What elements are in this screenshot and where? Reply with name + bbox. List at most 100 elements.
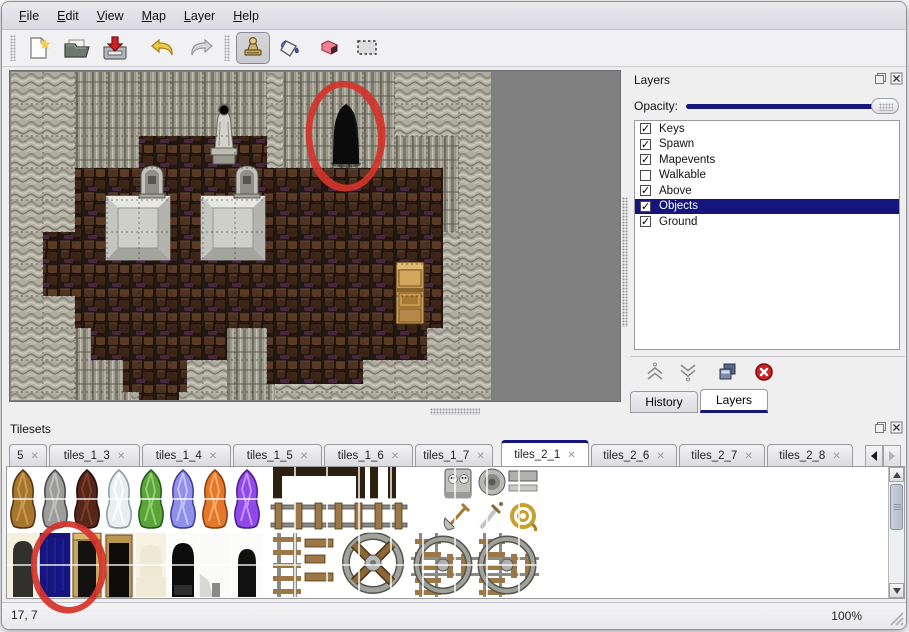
map-canvas[interactable]	[10, 71, 492, 401]
stone-block	[201, 196, 265, 260]
tileset-tab-tiles_1_3[interactable]: tiles_1_3✕	[49, 444, 140, 467]
open-map-button[interactable]	[60, 32, 94, 64]
toolbar-drag-grip[interactable]	[10, 35, 16, 61]
tileset-tab-5[interactable]: 5✕	[9, 444, 47, 467]
close-tab-icon[interactable]: ✕	[300, 451, 308, 462]
statusbar: 17, 7 100%	[2, 602, 906, 630]
tab-layers[interactable]: Layers	[700, 389, 768, 413]
layers-panel-title: Layers	[630, 73, 670, 87]
stamp-tool-button[interactable]	[236, 32, 270, 64]
layer-visibility-checkbox[interactable]	[640, 170, 651, 181]
tileset-tab-tiles_1_7[interactable]: tiles_1_7 ✕	[415, 444, 493, 467]
close-tab-icon[interactable]: ✕	[656, 451, 664, 462]
window-resize-grip[interactable]	[888, 610, 904, 629]
menu-layer[interactable]: Layer	[175, 6, 224, 26]
zoom-level: 100%	[831, 609, 862, 623]
float-panel-icon[interactable]	[874, 421, 887, 434]
menu-help[interactable]: Help	[224, 6, 268, 26]
layer-row-spawn[interactable]: Spawn	[635, 137, 899, 153]
delete-layer-icon	[753, 361, 775, 383]
tileset-scrollbar[interactable]	[888, 467, 904, 598]
stamp-tool-icon	[241, 36, 265, 60]
pot-top-tile[interactable]	[479, 469, 505, 495]
scrollbar-thumb[interactable]	[890, 484, 903, 530]
scroll-tabs-right-button[interactable]	[883, 445, 901, 467]
close-panel-icon[interactable]	[890, 72, 903, 85]
close-tab-icon[interactable]: ✕	[391, 451, 399, 462]
tileset-tab-tiles_2_1[interactable]: tiles_2_1✕	[501, 440, 589, 467]
layer-row-keys[interactable]: Keys	[635, 121, 899, 137]
scroll-up-button[interactable]	[889, 467, 904, 482]
layer-visibility-checkbox[interactable]	[640, 216, 651, 227]
tilesets-panel: Tilesets 5✕ tiles_1_3✕ tiles_1_4✕ tiles_…	[6, 419, 905, 600]
scroll-tabs-left-button[interactable]	[865, 445, 883, 467]
fill-tool-button[interactable]	[274, 32, 308, 64]
scroll-down-button[interactable]	[889, 583, 904, 598]
close-tab-icon[interactable]: ✕	[117, 451, 125, 462]
menu-edit[interactable]: Edit	[48, 6, 88, 26]
tab-history[interactable]: History	[630, 391, 698, 413]
close-tab-icon[interactable]: ✕	[567, 450, 575, 461]
tileset-tab-tiles_1_5[interactable]: tiles_1_5 ✕	[233, 444, 322, 467]
tileset-tab-tiles_1_6[interactable]: tiles_1_6 ✕	[324, 444, 413, 467]
move-layer-up-button[interactable]	[644, 361, 666, 383]
metal-plank-tile[interactable]	[509, 471, 537, 491]
tileset-tab-tiles_2_6[interactable]: tiles_2_6✕	[591, 444, 677, 467]
close-tab-icon[interactable]: ✕	[476, 451, 484, 462]
new-file-icon	[26, 35, 52, 61]
map-viewport[interactable]	[9, 70, 621, 402]
layer-label: Objects	[659, 200, 698, 212]
close-tab-icon[interactable]: ✕	[744, 451, 752, 462]
rect-select-tool-button[interactable]	[350, 32, 384, 64]
menu-view[interactable]: View	[88, 6, 133, 26]
save-icon	[101, 35, 129, 61]
tileset-tab-tiles_2_8[interactable]: tiles_2_8✕	[767, 444, 853, 467]
menu-map[interactable]: Map	[133, 6, 175, 26]
layer-visibility-checkbox[interactable]	[640, 201, 651, 212]
horizontal-splitter[interactable]	[430, 408, 480, 415]
tileset-tab-tiles_2_7[interactable]: tiles_2_7✕	[679, 444, 765, 467]
menu-file[interactable]: File	[10, 6, 48, 26]
delete-layer-button[interactable]	[753, 361, 775, 383]
undo-button[interactable]	[146, 32, 180, 64]
opacity-label: Opacity:	[634, 99, 678, 113]
gravestone	[234, 166, 260, 198]
tilesets-panel-titlebar: Tilesets	[6, 419, 905, 439]
tab-label: Layers	[716, 393, 752, 407]
tab-label: tiles_1_7	[423, 450, 469, 462]
layer-row-objects[interactable]: Objects	[635, 199, 899, 215]
tab-label: History	[645, 395, 682, 409]
redo-button[interactable]	[184, 32, 218, 64]
wooden-cabinet	[396, 262, 424, 324]
layer-visibility-checkbox[interactable]	[640, 139, 651, 150]
layer-row-above[interactable]: Above	[635, 183, 899, 199]
selection-rectangle-icon	[354, 37, 380, 59]
layer-row-mapevents[interactable]: Mapevents	[635, 152, 899, 168]
duplicate-layer-button[interactable]	[716, 361, 738, 383]
arrow-up-icon	[893, 472, 901, 478]
close-tab-icon[interactable]: ✕	[832, 451, 840, 462]
vertical-splitter[interactable]	[622, 197, 628, 327]
layer-row-ground[interactable]: Ground	[635, 214, 899, 230]
new-map-button[interactable]	[22, 32, 56, 64]
layer-row-walkable[interactable]: Walkable	[635, 168, 899, 184]
layer-visibility-checkbox[interactable]	[640, 185, 651, 196]
close-tab-icon[interactable]: ✕	[209, 451, 217, 462]
tileset-tab-tiles_1_4[interactable]: tiles_1_4✕	[142, 444, 231, 467]
tab-label: tiles_1_5	[247, 450, 293, 462]
save-map-button[interactable]	[98, 32, 132, 64]
move-layer-down-button[interactable]	[677, 361, 699, 383]
tileset-canvas[interactable]	[7, 467, 886, 598]
layer-visibility-checkbox[interactable]	[640, 123, 651, 134]
eraser-tool-button[interactable]	[312, 32, 346, 64]
tab-label: 5	[17, 450, 23, 462]
close-panel-icon[interactable]	[890, 421, 903, 434]
opacity-slider[interactable]	[686, 98, 899, 114]
close-tab-icon[interactable]: ✕	[31, 451, 39, 462]
opacity-slider-handle[interactable]	[871, 98, 899, 114]
pillar-skulls-tile[interactable]	[445, 469, 471, 498]
float-panel-icon[interactable]	[874, 72, 887, 85]
toolbar-drag-grip[interactable]	[224, 35, 230, 61]
layer-visibility-checkbox[interactable]	[640, 154, 651, 165]
tab-label: tiles_1_6	[338, 450, 384, 462]
